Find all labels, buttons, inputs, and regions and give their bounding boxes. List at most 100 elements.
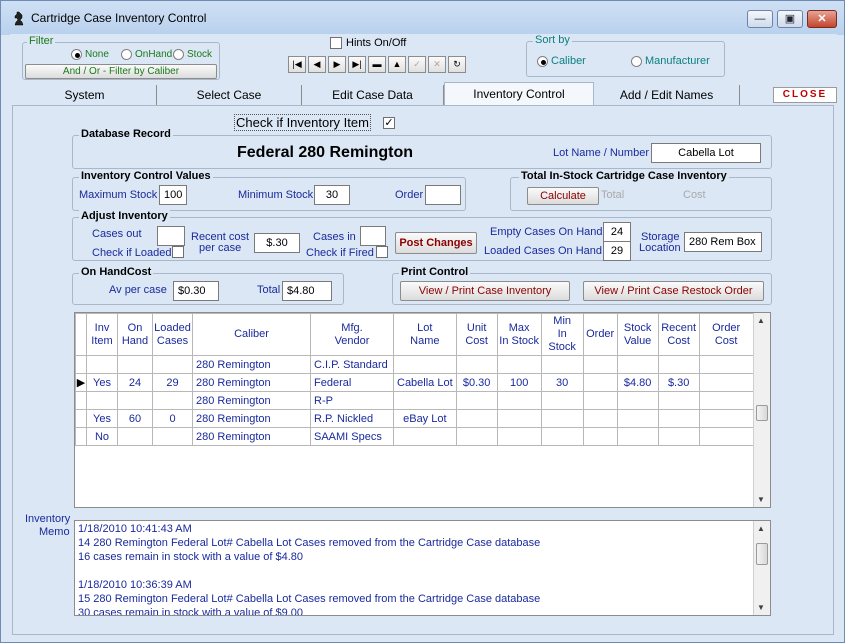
calculate-button[interactable]: Calculate: [527, 187, 599, 205]
tab-inventory-control[interactable]: Inventory Control: [444, 82, 594, 106]
table-cell[interactable]: [616, 409, 659, 428]
table-cell[interactable]: [657, 409, 700, 428]
table-cell[interactable]: SAAMI Specs: [310, 427, 394, 446]
table-cell[interactable]: [540, 355, 584, 374]
table-cell[interactable]: [393, 391, 457, 410]
nav-cancel-button[interactable]: ✕: [428, 56, 446, 73]
table-row[interactable]: 280 Remington R-P: [75, 391, 754, 410]
table-cell[interactable]: Cabella Lot: [393, 373, 457, 392]
grid-scrollbar[interactable]: ▲ ▼: [753, 313, 770, 507]
table-cell[interactable]: 280 Remington: [192, 391, 311, 410]
inventory-item-toggle[interactable]: Check if Inventory Item ✓: [234, 114, 395, 131]
table-cell[interactable]: [496, 427, 542, 446]
table-cell[interactable]: [698, 427, 754, 446]
column-header[interactable]: Lot Name: [393, 313, 457, 356]
table-cell[interactable]: 280 Remington: [192, 427, 311, 446]
table-cell[interactable]: [86, 355, 118, 374]
table-cell[interactable]: 100: [496, 373, 542, 392]
table-cell[interactable]: [496, 355, 542, 374]
table-cell[interactable]: [540, 409, 584, 428]
sort-caliber-radio[interactable]: Caliber: [537, 55, 586, 67]
nav-delete-button[interactable]: ▬: [368, 56, 386, 73]
nav-post-button[interactable]: ✓: [408, 56, 426, 73]
table-cell[interactable]: [152, 427, 193, 446]
table-cell[interactable]: [698, 355, 754, 374]
table-cell[interactable]: [582, 409, 618, 428]
cases-in-field[interactable]: [360, 226, 386, 246]
storage-location-field[interactable]: 280 Rem Box: [684, 232, 762, 252]
table-cell[interactable]: $0.30: [455, 373, 498, 392]
table-row[interactable]: No 280 Remington SAAMI Specs: [75, 427, 754, 446]
table-cell[interactable]: [657, 391, 700, 410]
table-cell[interactable]: R.P. Nickled: [310, 409, 394, 428]
table-cell[interactable]: 60: [117, 409, 153, 428]
onhand-total-field[interactable]: $4.80: [282, 281, 332, 301]
filter-onhand-radio[interactable]: OnHand: [121, 49, 172, 60]
empty-cases-field[interactable]: 24: [603, 222, 631, 242]
table-cell[interactable]: Yes: [86, 409, 118, 428]
scroll-down-icon[interactable]: ▼: [757, 603, 765, 612]
table-cell[interactable]: [117, 427, 153, 446]
scroll-down-icon[interactable]: ▼: [757, 495, 765, 504]
table-cell[interactable]: $.30: [657, 373, 700, 392]
nav-first-button[interactable]: |◀: [288, 56, 306, 73]
column-header[interactable]: Stock Value: [616, 313, 659, 356]
column-header[interactable]: Unit Cost: [455, 313, 498, 356]
filter-by-caliber-button[interactable]: And / Or - Filter by Caliber: [25, 64, 217, 79]
table-cell[interactable]: 30: [540, 373, 584, 392]
column-header[interactable]: Caliber: [192, 313, 311, 356]
hints-checkbox[interactable]: [330, 37, 342, 49]
inventory-item-checkbox[interactable]: ✓: [382, 116, 395, 129]
table-cell[interactable]: C.I.P. Standard: [310, 355, 394, 374]
cases-out-field[interactable]: [157, 226, 185, 246]
table-cell[interactable]: [698, 409, 754, 428]
min-stock-field[interactable]: 30: [314, 185, 350, 205]
table-cell[interactable]: 280 Remington: [192, 373, 311, 392]
fired-checkbox[interactable]: [376, 246, 388, 258]
recent-cost-field[interactable]: $.30: [254, 233, 300, 253]
loaded-checkbox[interactable]: [172, 246, 184, 258]
table-cell[interactable]: [455, 355, 498, 374]
scroll-thumb[interactable]: [756, 405, 768, 421]
loaded-cases-field[interactable]: 29: [603, 241, 631, 261]
column-header[interactable]: Min In Stock: [540, 313, 584, 356]
inventory-grid[interactable]: Inv Item On Hand Loaded Cases Caliber Mfg. Vendo…: [74, 312, 771, 508]
column-header[interactable]: Order Cost: [698, 313, 754, 356]
inventory-memo[interactable]: 1/18/2010 10:41:43 AM 14 280 Remington F…: [74, 520, 771, 616]
scroll-thumb[interactable]: [756, 543, 768, 565]
lot-name-field[interactable]: Cabella Lot: [651, 143, 761, 163]
column-header[interactable]: Loaded Cases: [152, 313, 193, 356]
nav-prior-button[interactable]: ◀: [308, 56, 326, 73]
table-cell[interactable]: 280 Remington: [192, 355, 311, 374]
table-cell[interactable]: [393, 355, 457, 374]
hints-toggle[interactable]: Hints On/Off: [330, 37, 406, 49]
table-cell[interactable]: [152, 391, 193, 410]
nav-refresh-button[interactable]: ↻: [448, 56, 466, 73]
table-cell[interactable]: [582, 391, 618, 410]
tab-system[interactable]: System: [13, 85, 157, 105]
table-cell[interactable]: No: [86, 427, 118, 446]
table-cell[interactable]: $4.80: [616, 373, 659, 392]
table-cell[interactable]: [455, 409, 498, 428]
table-cell[interactable]: [540, 427, 584, 446]
table-cell[interactable]: 280 Remington: [192, 409, 311, 428]
table-cell[interactable]: R-P: [310, 391, 394, 410]
scroll-up-icon[interactable]: ▲: [757, 524, 765, 533]
sort-manufacturer-radio[interactable]: Manufacturer: [631, 55, 710, 67]
column-header[interactable]: Max In Stock: [496, 313, 542, 356]
column-header[interactable]: Order: [582, 313, 618, 356]
table-cell[interactable]: [455, 427, 498, 446]
post-changes-button[interactable]: Post Changes: [395, 232, 477, 254]
max-stock-field[interactable]: 100: [159, 185, 187, 205]
table-cell[interactable]: [496, 391, 542, 410]
table-cell[interactable]: [616, 355, 659, 374]
tab-select-case[interactable]: Select Case: [157, 85, 302, 105]
table-row[interactable]: ▶ Yes 24 29 280 Remington Federal Cabella Lot $…: [75, 373, 754, 392]
memo-scrollbar[interactable]: ▲ ▼: [753, 521, 770, 615]
table-cell[interactable]: [657, 355, 700, 374]
filter-none-radio[interactable]: None: [71, 49, 109, 60]
tab-add-edit-names[interactable]: Add / Edit Names: [594, 85, 740, 105]
nav-edit-button[interactable]: ▲: [388, 56, 406, 73]
av-per-case-field[interactable]: $0.30: [173, 281, 219, 301]
table-cell[interactable]: [117, 391, 153, 410]
